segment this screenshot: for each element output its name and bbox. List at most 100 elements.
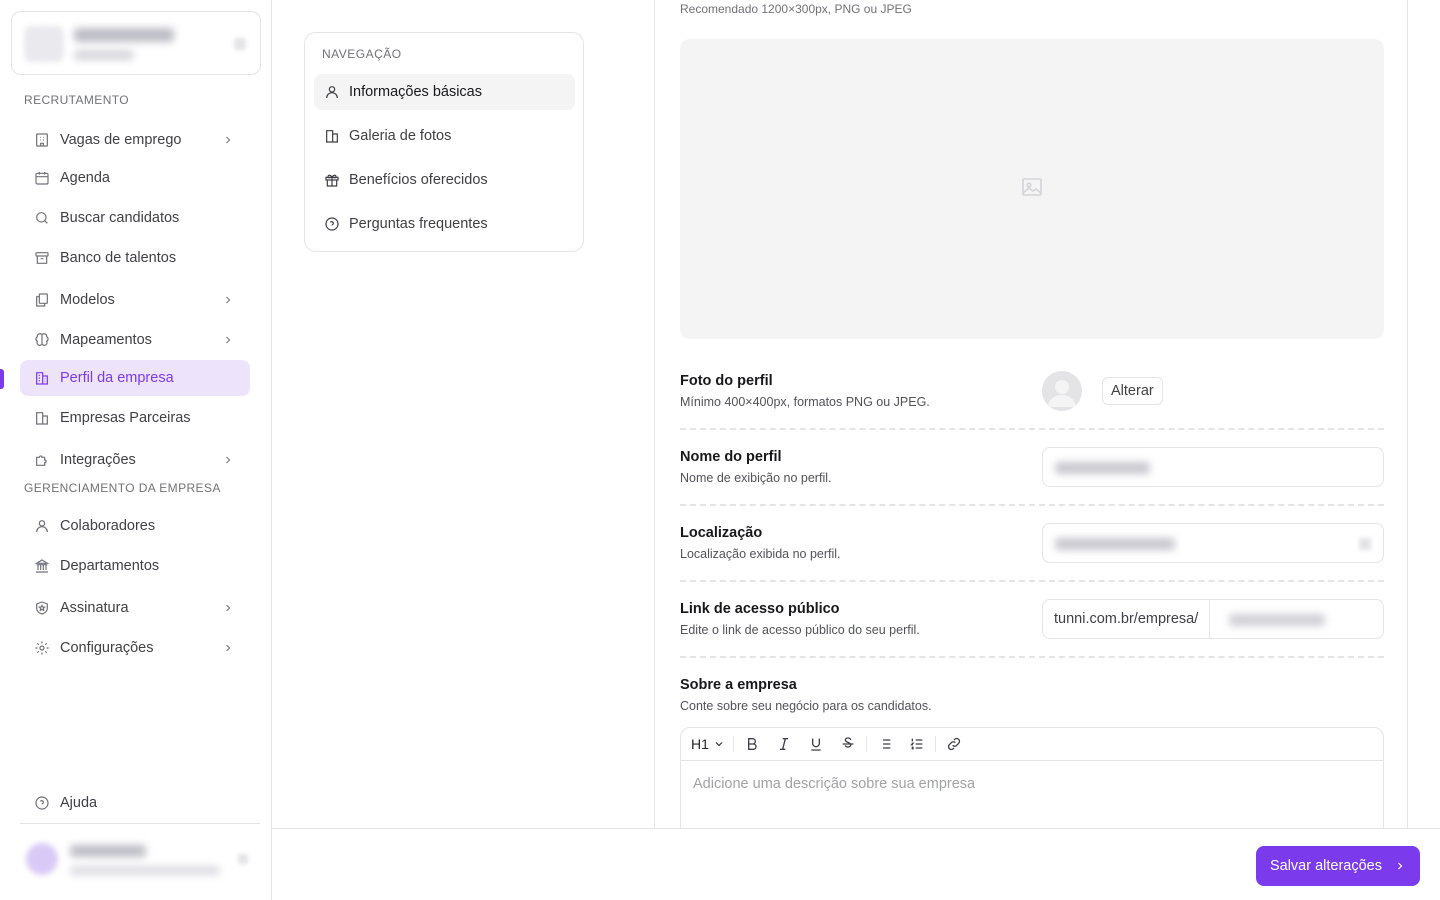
sidebar-item-employees[interactable]: Colaboradores: [20, 508, 250, 544]
sidebar: Recrutamento Vagas de emprego Agenda Bus…: [0, 0, 272, 900]
italic-icon[interactable]: [768, 732, 800, 756]
image-placeholder-icon: [1019, 175, 1045, 204]
sidebar-item-company-profile[interactable]: Perfil da empresa: [20, 360, 250, 396]
select-value-redacted: [1055, 538, 1175, 550]
form-footer: Salvar alterações: [272, 828, 1440, 900]
sidebar-item-label: Ajuda: [60, 795, 98, 811]
sidebar-item-subscription[interactable]: Assinatura: [20, 590, 250, 626]
divider: [680, 656, 1384, 658]
chevron-down-icon: [715, 742, 723, 747]
user-email-redacted: [70, 866, 220, 875]
ordered-list-icon[interactable]: [901, 732, 933, 756]
sidebar-item-partner-companies[interactable]: Empresas Parceiras: [20, 400, 250, 436]
puzzle-icon: [34, 452, 50, 468]
active-indicator: [0, 369, 4, 389]
sidebar-item-search-candidates[interactable]: Buscar candidatos: [20, 200, 250, 236]
underline-icon[interactable]: [800, 732, 832, 756]
section-link-basic-info[interactable]: Informações básicas: [314, 74, 575, 110]
company-plan-redacted: [74, 50, 134, 60]
toolbar-separator: [732, 736, 734, 752]
sidebar-item-integrations[interactable]: Integrações: [20, 442, 250, 478]
divider: [680, 428, 1384, 430]
cover-image-dropzone[interactable]: [680, 39, 1384, 339]
section-label-recruiting: Recrutamento: [24, 93, 130, 107]
slug-value-redacted: [1229, 614, 1325, 626]
chevron-updown-icon: [1359, 538, 1371, 550]
bullet-list-icon[interactable]: [869, 732, 901, 756]
avatar: [26, 843, 58, 875]
save-button-label: Salvar alterações: [1269, 858, 1382, 874]
field-title: Sobre a empresa: [680, 677, 797, 693]
section-link-label: Galeria de fotos: [349, 128, 452, 144]
copy-icon: [34, 292, 50, 308]
sidebar-item-label: Buscar candidatos: [60, 210, 180, 226]
divider: [680, 580, 1384, 582]
editor-placeholder[interactable]: Adicione uma descrição sobre sua empresa: [693, 776, 975, 792]
sidebar-item-talent-bank[interactable]: Banco de talentos: [20, 240, 250, 276]
section-navigation: Navegação Informações básicas Galeria de…: [304, 32, 584, 252]
field-description: Mínimo 400×400px, formatos PNG ou JPEG.: [680, 395, 930, 409]
sidebar-item-label: Colaboradores: [60, 518, 156, 534]
change-photo-button[interactable]: Alterar: [1102, 377, 1163, 405]
company-name-redacted: [74, 28, 174, 42]
url-prefix: tunni.com.br/empresa/: [1043, 600, 1211, 638]
field-title: Foto do perfil: [680, 373, 773, 389]
chevron-right-icon: [222, 642, 234, 654]
section-navigation-title: Navegação: [322, 47, 402, 61]
strikethrough-icon[interactable]: [832, 732, 864, 756]
chevron-right-icon: [222, 134, 234, 146]
chevron-updown-icon: [234, 38, 246, 50]
sidebar-item-agenda[interactable]: Agenda: [20, 160, 250, 196]
sidebar-item-label: Departamentos: [60, 558, 160, 574]
gift-icon: [324, 172, 340, 188]
sidebar-item-label: Agenda: [60, 170, 110, 186]
sidebar-item-settings[interactable]: Configurações: [20, 630, 250, 666]
sidebar-item-mappings[interactable]: Mapeamentos: [20, 322, 250, 358]
chevron-right-icon: [222, 602, 234, 614]
shield-star-icon: [34, 600, 50, 616]
archive-icon: [34, 250, 50, 266]
section-link-label: Informações básicas: [349, 84, 482, 100]
section-link-faq[interactable]: Perguntas frequentes: [314, 206, 575, 242]
sidebar-item-help[interactable]: Ajuda: [20, 785, 250, 821]
search-icon: [34, 210, 50, 226]
heading-level-value: H1: [691, 736, 709, 752]
sidebar-item-departments[interactable]: Departamentos: [20, 548, 250, 584]
editor-toolbar: H1: [681, 728, 1383, 761]
workspace-switcher[interactable]: [11, 11, 261, 75]
company-icon: [34, 410, 50, 426]
profile-name-input[interactable]: [1042, 447, 1384, 487]
section-link-photo-gallery[interactable]: Galeria de fotos: [314, 118, 575, 154]
section-link-benefits[interactable]: Benefícios oferecidos: [314, 162, 575, 198]
field-description: Conte sobre seu negócio para os candidat…: [680, 699, 932, 713]
chevron-updown-icon: [238, 854, 248, 864]
landmark-icon: [34, 558, 50, 574]
location-select[interactable]: [1042, 523, 1384, 563]
heading-level-dropdown[interactable]: H1: [691, 736, 725, 752]
user-name-redacted: [70, 845, 146, 857]
sidebar-item-jobs[interactable]: Vagas de emprego: [20, 122, 250, 158]
section-link-label: Perguntas frequentes: [349, 216, 488, 232]
chevron-right-icon: [222, 454, 234, 466]
public-link-input[interactable]: tunni.com.br/empresa/: [1042, 599, 1384, 639]
about-rich-text-editor: H1 Adicione uma descrição sobre sua empr…: [680, 727, 1384, 828]
sidebar-item-templates[interactable]: Modelos: [20, 282, 250, 318]
sidebar-item-label: Empresas Parceiras: [60, 410, 191, 426]
company-icon: [324, 128, 340, 144]
sidebar-item-label: Perfil da empresa: [60, 370, 174, 386]
profile-form: Recomendado 1200×300px, PNG ou JPEG Foto…: [654, 0, 1408, 828]
link-icon[interactable]: [938, 732, 970, 756]
toolbar-separator: [934, 736, 936, 752]
bold-icon[interactable]: [736, 732, 768, 756]
save-changes-button[interactable]: Salvar alterações: [1255, 846, 1420, 886]
gear-icon: [34, 640, 50, 656]
sidebar-item-label: Assinatura: [60, 600, 129, 616]
chevron-right-icon: [1398, 862, 1403, 870]
profile-photo-avatar: [1042, 371, 1082, 411]
sidebar-item-label: Configurações: [60, 640, 154, 656]
photo-field: Foto do perfil Mínimo 400×400px, formato…: [680, 373, 1384, 409]
divider: [680, 504, 1384, 506]
user-icon: [324, 84, 340, 100]
chevron-right-icon: [222, 294, 234, 306]
help-circle-icon: [324, 216, 340, 232]
